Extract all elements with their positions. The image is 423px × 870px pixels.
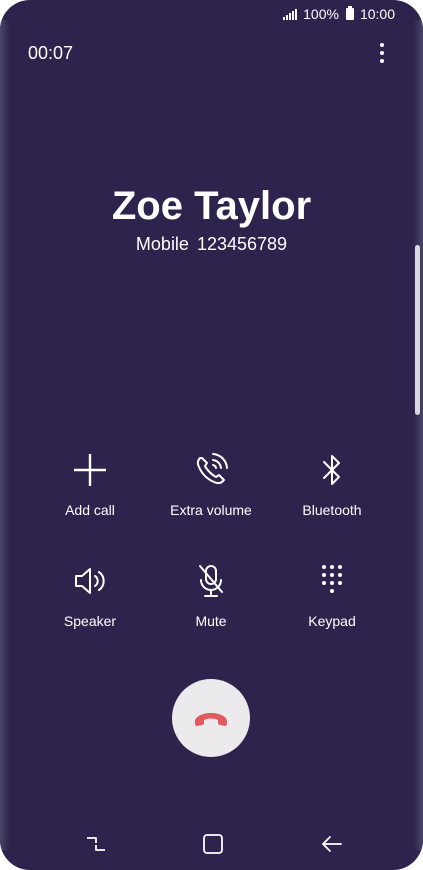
home-button[interactable] <box>193 826 233 862</box>
back-button[interactable] <box>312 826 352 862</box>
bluetooth-icon <box>323 455 340 485</box>
plus-icon <box>74 454 106 486</box>
number-type: Mobile <box>135 234 189 254</box>
recent-apps-button[interactable] <box>76 826 116 862</box>
caller-number-line: Mobile 123456789 <box>0 234 423 255</box>
edge-panel-handle[interactable] <box>415 245 420 415</box>
more-options-icon[interactable] <box>379 43 385 63</box>
call-timer: 00:07 <box>28 43 74 63</box>
phone-volume-icon <box>196 453 228 485</box>
back-arrow-icon <box>322 836 342 852</box>
battery-icon <box>345 6 354 20</box>
speaker-icon <box>75 568 105 594</box>
screen-edge-right <box>413 20 423 850</box>
status-time: 10:00 <box>359 6 395 22</box>
keypad-icon <box>322 565 342 593</box>
status-bar: 100% 10:00 <box>283 6 395 22</box>
keypad-label: Keypad <box>308 613 356 629</box>
screen-edge-left <box>0 20 10 850</box>
signal-icon <box>283 8 298 20</box>
navigation-bar <box>0 826 423 862</box>
keypad-button[interactable]: Keypad <box>272 561 392 629</box>
speaker-button[interactable]: Speaker <box>30 561 150 629</box>
bluetooth-label: Bluetooth <box>302 502 362 518</box>
speaker-label: Speaker <box>63 613 117 629</box>
recent-apps-icon <box>87 837 105 851</box>
mic-off-icon <box>199 565 223 597</box>
phone-number: 123456789 <box>196 234 288 254</box>
battery-percentage: 100% <box>303 6 339 22</box>
bluetooth-button[interactable]: Bluetooth <box>272 450 392 518</box>
mute-button[interactable]: Mute <box>151 561 271 629</box>
add-call-label: Add call <box>65 502 115 518</box>
call-screen: 100% 10:00 00:07 Zoe Taylor Mobile 123456… <box>0 0 423 870</box>
caller-name: Zoe Taylor <box>111 184 312 228</box>
extra-volume-label: Extra volume <box>170 502 252 518</box>
end-call-icon <box>195 713 227 726</box>
home-icon <box>203 834 223 854</box>
extra-volume-button[interactable]: Extra volume <box>151 450 271 518</box>
add-call-button[interactable]: Add call <box>30 450 150 518</box>
mute-label: Mute <box>195 613 227 629</box>
end-call-button[interactable] <box>172 679 250 757</box>
